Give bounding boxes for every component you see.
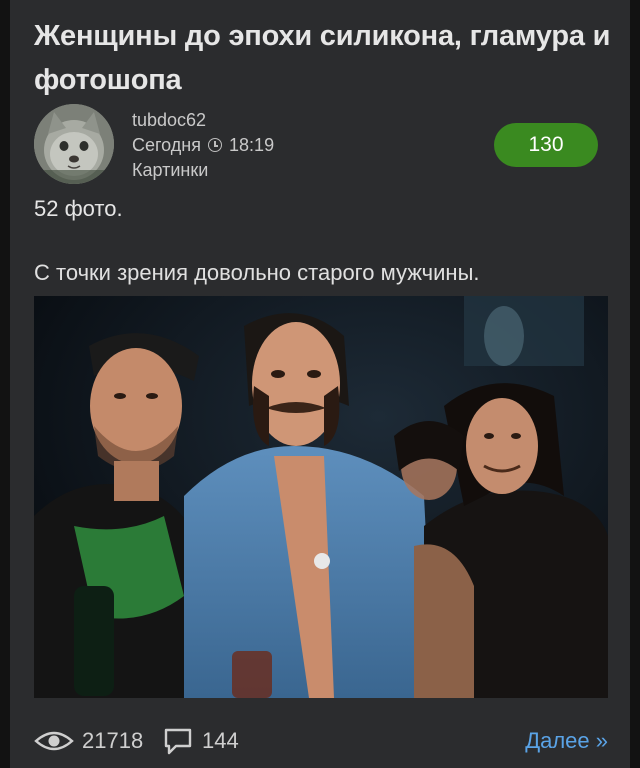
post-photo[interactable] bbox=[34, 296, 608, 698]
post-caption: С точки зрения довольно старого мужчины. bbox=[34, 260, 480, 285]
post-time: 18:19 bbox=[229, 135, 275, 155]
post-title[interactable]: Женщины до эпохи силикона, гламура и фот… bbox=[34, 14, 614, 102]
post-date: Сегодня bbox=[132, 135, 201, 155]
author-avatar[interactable] bbox=[34, 104, 114, 184]
cat-avatar-image bbox=[34, 104, 114, 184]
post-datetime: Сегодня 18:19 bbox=[132, 133, 274, 158]
post-category[interactable]: Картинки bbox=[132, 158, 274, 183]
post-card: Женщины до эпохи силикона, гламура и фот… bbox=[10, 0, 630, 768]
views-count: 21718 bbox=[82, 728, 144, 753]
rating-badge[interactable]: 130 bbox=[494, 123, 598, 167]
photo-illustration bbox=[34, 296, 608, 698]
author-name[interactable]: tubdoc62 bbox=[132, 108, 274, 133]
clock-icon bbox=[208, 138, 223, 152]
comments-link[interactable]: 144 bbox=[162, 724, 239, 758]
views-counter: 21718 bbox=[34, 724, 143, 758]
post-footer: 21718 144 Далее » bbox=[34, 724, 608, 758]
eye-icon bbox=[34, 731, 74, 751]
comment-icon bbox=[164, 728, 192, 755]
post-meta: tubdoc62 Сегодня 18:19 Картинки bbox=[132, 108, 274, 183]
comments-count: 144 bbox=[202, 728, 239, 753]
read-more-link[interactable]: Далее » bbox=[525, 724, 608, 758]
photo-count: 52 фото. bbox=[34, 196, 123, 221]
